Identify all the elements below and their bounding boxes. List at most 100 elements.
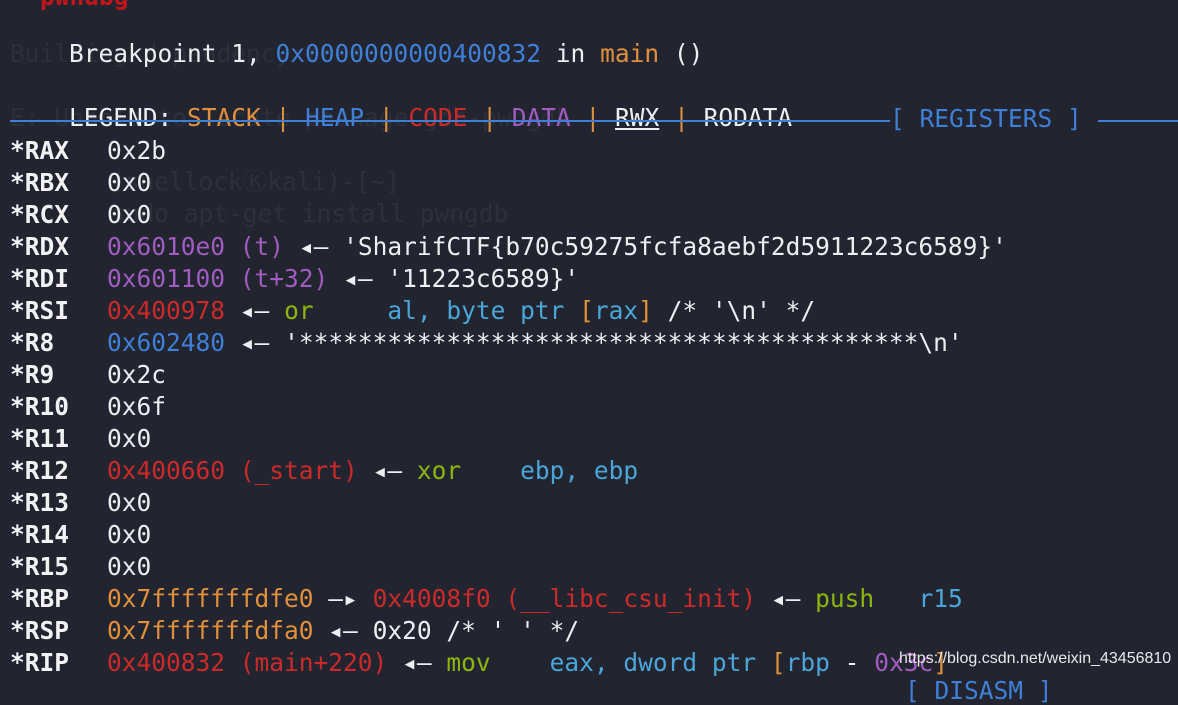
register-name: *R14 <box>10 520 70 549</box>
instruction-mnemonic: or <box>284 296 314 325</box>
register-row-rax: *RAX 0x2b <box>10 135 166 167</box>
register-value: 0x0 <box>107 424 152 453</box>
legend-separator: | <box>674 103 689 132</box>
register-symbol: (__libc_csu_init) <box>505 584 757 613</box>
register-symbol: (main+220) <box>239 648 388 677</box>
register-name: *RSP <box>10 616 70 645</box>
instruction-operands: r15 <box>918 584 963 613</box>
register-row-r14: *R14 0x0 <box>10 519 151 551</box>
legend-data: DATA <box>511 103 571 132</box>
arrow-left-icon: ◂— <box>372 456 403 485</box>
register-name: *R11 <box>10 424 70 453</box>
legend-separator: | <box>482 103 497 132</box>
instruction-operands: ebp, ebp <box>520 456 639 485</box>
register-value: 0x0 <box>107 200 152 229</box>
register-row-rsi: *RSI 0x400978 ◂— or al, byte ptr [rax] /*… <box>10 295 815 327</box>
ghost-cmd: sudo apt-get install pwngdb <box>110 199 509 228</box>
bracket: ] <box>638 296 653 325</box>
instruction-comment: /* '\n' */ <box>652 296 816 325</box>
breakpoint-prefix: Breakpoint 1, <box>69 39 276 68</box>
register-row-rbp: *RBP 0x7fffffffdfe0 —▸ 0x4008f0 (__libc_c… <box>10 583 963 615</box>
arrow-left-icon: ◂— <box>298 232 329 261</box>
register-value: 0x6010e0 <box>107 232 226 261</box>
register-value: 0x601100 <box>107 264 226 293</box>
breakpoint-address: 0x0000000000400832 <box>275 39 542 68</box>
register-value: 0x400832 <box>107 648 226 677</box>
register-row-rcx: *RCX 0x0 <box>10 199 151 231</box>
register-row-rdi: *RDI 0x601100 (t+32) ◂— '11223c6589}' <box>10 263 579 295</box>
register-row-r11: *R11 0x0 <box>10 423 151 455</box>
register-symbol: (t+32) <box>239 264 329 293</box>
ghost-prompt: (shellockⓀkali)-[~] <box>110 167 401 196</box>
watermark: https://blog.csdn.net/weixin_43456810 <box>899 650 1172 667</box>
register-target: 'SharifCTF{b70c59275fcfa8aebf2d5911223c6… <box>343 232 1007 261</box>
breakpoint-line: Breakpoint 1, 0x0000000000400832 in main… <box>10 6 703 68</box>
register-target: '11223c6589}' <box>387 264 580 293</box>
legend-label: LEGEND: <box>69 103 188 132</box>
bracket: [ <box>579 296 594 325</box>
register-name: *RIP <box>10 648 70 677</box>
register-row-r9: *R9 0x2c <box>10 359 166 391</box>
section-rule-right <box>1098 120 1178 122</box>
register-value: 0x7fffffffdfe0 <box>107 584 314 613</box>
register-value: 0x7fffffffdfa0 <box>107 616 314 645</box>
breakpoint-function: main <box>600 39 660 68</box>
register-value: 0x2b <box>107 136 167 165</box>
register-value: 0x0 <box>107 168 152 197</box>
register-row-r15: *R15 0x0 <box>10 551 151 583</box>
arrow-right-icon: —▸ <box>328 584 358 613</box>
arrow-left-icon: ◂— <box>402 648 432 677</box>
breakpoint-in: in <box>541 39 601 68</box>
register-row-rdx: *RDX 0x6010e0 (t) ◂— 'SharifCTF{b70c59275… <box>10 231 1007 263</box>
register-value: 0x6f <box>107 392 167 421</box>
register-name: *RAX <box>10 136 70 165</box>
register-name: *RSI <box>10 296 70 325</box>
instruction-mnemonic: push <box>815 584 875 613</box>
legend-stack: STACK <box>187 103 261 132</box>
registers-section-title: [ REGISTERS ] <box>890 104 1082 133</box>
operator: - <box>829 648 875 677</box>
register-name: *RCX <box>10 200 70 229</box>
register-name: *R9 <box>10 360 55 389</box>
register-value: 0x400978 <box>107 296 226 325</box>
operand-register: rax <box>593 296 639 325</box>
arrow-left-icon: ◂— <box>328 616 358 645</box>
operand-register: rbp <box>785 648 830 677</box>
register-row-rsp: *RSP 0x7fffffffdfa0 ◂— 0x20 /* ' ' */ <box>10 615 579 647</box>
disasm-section-title: [ DISASM ] <box>905 676 1053 705</box>
register-target: 0x20 <box>372 616 432 645</box>
register-value: 0x400660 <box>107 456 226 485</box>
register-symbol: (t) <box>239 232 285 261</box>
instruction-operands: eax, dword ptr <box>549 648 771 677</box>
register-name: *RBX <box>10 168 70 197</box>
register-row-rip: *RIP 0x400832 (main+220) ◂— mov eax, dwor… <box>10 647 948 679</box>
instruction-operands: al, byte ptr <box>387 296 580 325</box>
register-row-r12: *R12 0x400660 (_start) ◂— xor ebp, ebp <box>10 455 638 487</box>
arrow-left-icon: ◂— <box>239 328 270 357</box>
legend-separator: | <box>585 103 601 132</box>
legend-rodata: RODATA <box>703 103 793 132</box>
register-row-r13: *R13 0x0 <box>10 487 151 519</box>
register-name: *R8 <box>10 328 55 357</box>
legend-separator: | <box>275 103 291 132</box>
instruction-comment: /* ' ' */ <box>431 616 580 645</box>
instruction-mnemonic: xor <box>416 456 462 485</box>
arrow-left-icon: ◂— <box>770 584 801 613</box>
register-name: *RDI <box>10 264 70 293</box>
register-value: 0x2c <box>107 360 167 389</box>
register-row-r8: *R8 0x602480 ◂— '************************… <box>10 327 963 359</box>
register-value: 0x602480 <box>107 328 226 357</box>
legend-line: LEGEND: STACK | HEAP | CODE | DATA | RWX… <box>10 70 792 132</box>
bracket: [ <box>770 648 786 677</box>
register-value: 0x0 <box>107 488 152 517</box>
register-name: *R12 <box>10 456 70 485</box>
register-target: '***************************************… <box>284 328 963 357</box>
register-row-r10: *R10 0x6f <box>10 391 166 423</box>
register-value: 0x0 <box>107 520 152 549</box>
legend-heap: HEAP <box>305 103 365 132</box>
legend-code: CODE <box>408 103 468 132</box>
register-name: *R15 <box>10 552 70 581</box>
register-name: *R10 <box>10 392 70 421</box>
register-value: 0x0 <box>107 552 152 581</box>
legend-rwx: RWX <box>615 103 660 132</box>
